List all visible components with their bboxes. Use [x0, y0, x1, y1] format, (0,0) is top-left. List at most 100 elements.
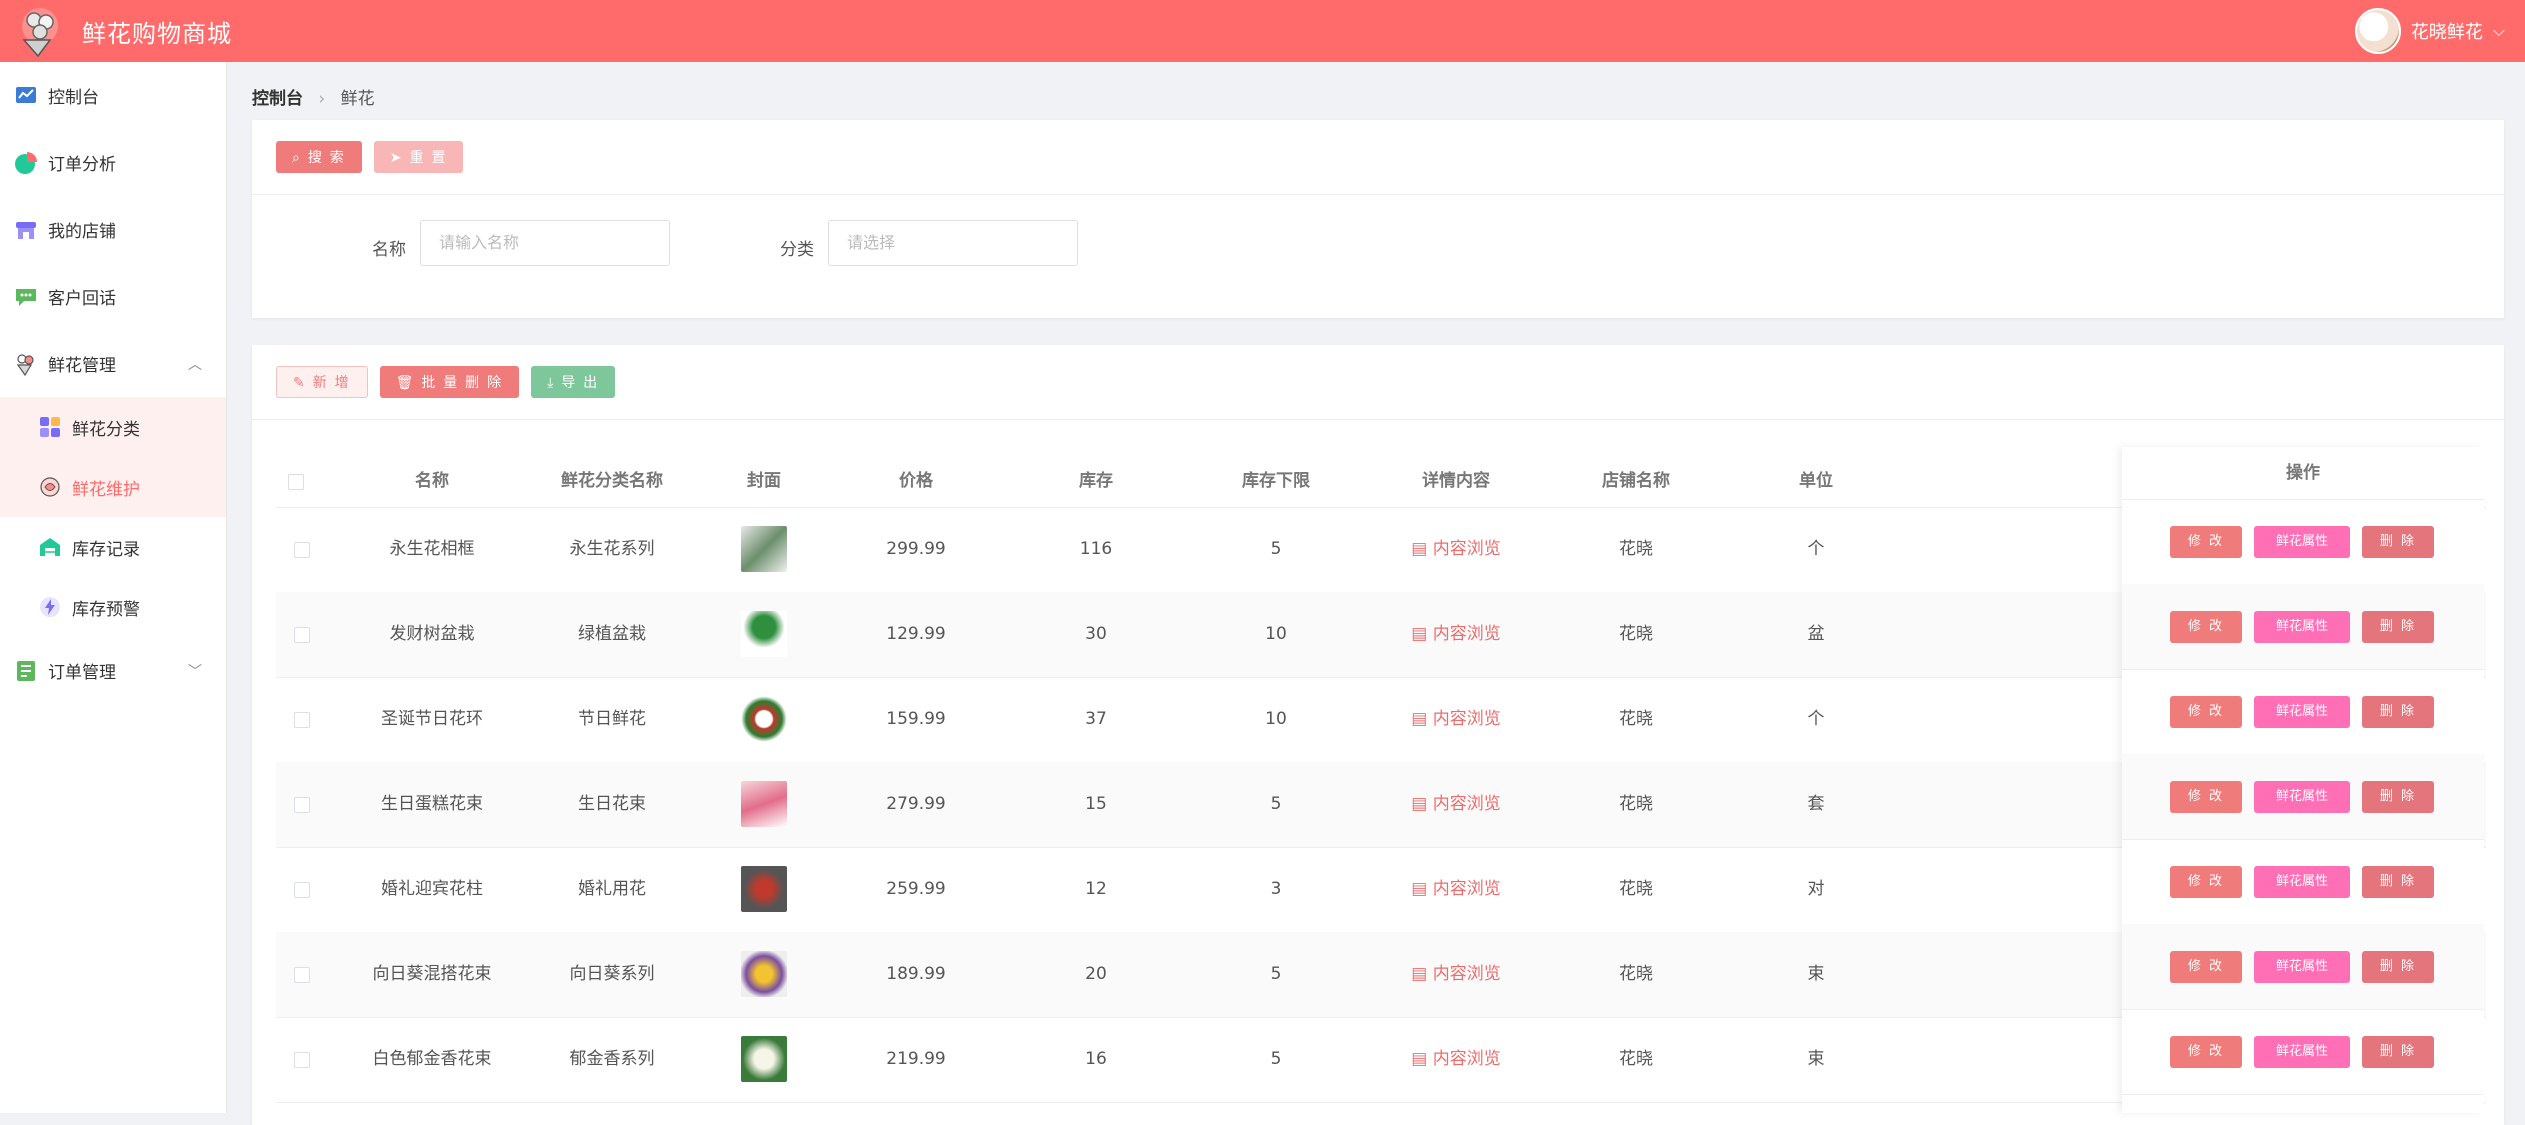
- sidebar-item-customer-chat[interactable]: 客户回话: [0, 263, 226, 330]
- sidebar-item-order-analysis[interactable]: 订单分析: [0, 129, 226, 196]
- sidebar-item-order-management[interactable]: 订单管理 ﹀: [0, 637, 226, 704]
- avatar[interactable]: [2354, 8, 2401, 54]
- cover-image[interactable]: [741, 866, 787, 912]
- cell-stock-min: 10: [1265, 624, 1287, 644]
- sidebar-item-stock-warning[interactable]: 库存预警: [0, 577, 226, 637]
- cell-shop: 花晓: [1619, 794, 1653, 814]
- search-button-label: 搜 索: [307, 149, 346, 165]
- delete-button[interactable]: 删 除: [2362, 1036, 2434, 1068]
- row-checkbox[interactable]: [294, 1052, 310, 1068]
- delete-button[interactable]: 删 除: [2362, 526, 2434, 558]
- flower-attributes-button[interactable]: 鲜花属性: [2254, 526, 2350, 558]
- edit-button[interactable]: 修 改: [2170, 696, 2242, 728]
- edit-button[interactable]: 修 改: [2170, 1036, 2242, 1068]
- header-stock[interactable]: 库存: [1006, 455, 1186, 507]
- row-checkbox[interactable]: [294, 627, 310, 643]
- header-category[interactable]: 鲜花分类名称: [522, 455, 702, 507]
- cell-name: 永生花相框: [389, 539, 475, 559]
- operation-row: 修 改 鲜花属性 删 除: [2122, 839, 2484, 925]
- delete-button[interactable]: 删 除: [2362, 781, 2434, 813]
- header-unit[interactable]: 单位: [1726, 455, 1906, 507]
- cover-image[interactable]: [741, 781, 787, 827]
- row-checkbox[interactable]: [294, 712, 310, 728]
- detail-link[interactable]: ▤ 内容浏览: [1366, 762, 1546, 847]
- operation-row: 修 改 鲜花属性 删 除: [2122, 584, 2484, 670]
- select-all-checkbox[interactable]: [288, 474, 304, 490]
- cover-image[interactable]: [741, 696, 787, 742]
- cover-image[interactable]: [741, 1036, 787, 1082]
- category-select[interactable]: 请选择: [828, 220, 1078, 266]
- cell-name: 生日蛋糕花束: [381, 794, 483, 814]
- user-menu[interactable]: 花晓鲜花 ⌵: [2354, 0, 2505, 62]
- edit-button[interactable]: 修 改: [2170, 611, 2242, 643]
- detail-link[interactable]: ▤ 内容浏览: [1366, 677, 1546, 762]
- search-button[interactable]: ⌕ 搜 索: [276, 141, 362, 173]
- chevron-up-icon[interactable]: ︿: [188, 354, 202, 374]
- sidebar-item-label: 库存记录: [72, 539, 140, 560]
- row-checkbox[interactable]: [294, 797, 310, 813]
- delete-button[interactable]: 删 除: [2362, 866, 2434, 898]
- detail-label: 内容浏览: [1432, 709, 1501, 729]
- sidebar-item-flower-maintenance[interactable]: 鲜花维护: [0, 457, 226, 517]
- delete-button[interactable]: 删 除: [2362, 696, 2434, 728]
- detail-link[interactable]: ▤ 内容浏览: [1366, 932, 1546, 1017]
- row-checkbox[interactable]: [294, 882, 310, 898]
- header-name[interactable]: 名称: [342, 455, 522, 507]
- name-input[interactable]: 请输入名称: [420, 220, 670, 266]
- header-stock-min[interactable]: 库存下限: [1186, 455, 1366, 507]
- search-panel: ⌕ 搜 索 ➤ 重 置 名称 请输入名称 分类 请选择: [252, 120, 2504, 318]
- header-price[interactable]: 价格: [826, 455, 1006, 507]
- edit-button[interactable]: 修 改: [2170, 866, 2242, 898]
- detail-link[interactable]: ▤ 内容浏览: [1366, 1017, 1546, 1102]
- detail-link[interactable]: ▤ 内容浏览: [1366, 507, 1546, 592]
- flower-attributes-button[interactable]: 鲜花属性: [2254, 951, 2350, 983]
- sidebar-item-dashboard[interactable]: 控制台: [0, 62, 226, 129]
- header-shop[interactable]: 店铺名称: [1546, 455, 1726, 507]
- cover-image[interactable]: [741, 611, 787, 657]
- warehouse-icon: [38, 535, 62, 559]
- cell-shop: 花晓: [1619, 1049, 1653, 1069]
- row-checkbox[interactable]: [294, 542, 310, 558]
- reset-button[interactable]: ➤ 重 置: [373, 141, 464, 173]
- cell-name: 白色郁金香花束: [372, 1049, 492, 1069]
- batch-delete-button[interactable]: 🗑 批 量 删 除: [379, 366, 520, 398]
- document-icon: ▤: [1411, 879, 1433, 899]
- flower-attributes-button[interactable]: 鲜花属性: [2254, 611, 2350, 643]
- sidebar-item-label: 鲜花维护: [72, 479, 140, 500]
- flower-attributes-button[interactable]: 鲜花属性: [2254, 1036, 2350, 1068]
- detail-link[interactable]: ▤ 内容浏览: [1366, 592, 1546, 677]
- header-detail[interactable]: 详情内容: [1366, 455, 1546, 507]
- chevron-down-icon[interactable]: ﹀: [188, 661, 202, 681]
- cover-image[interactable]: [741, 526, 787, 572]
- cover-image[interactable]: [741, 951, 787, 997]
- header-cover[interactable]: 封面: [702, 455, 826, 507]
- cell-price: 189.99: [886, 964, 946, 984]
- sidebar-item-label: 订单管理: [48, 663, 116, 683]
- add-button[interactable]: ✎ 新 增: [276, 366, 368, 398]
- cell-stock: 12: [1085, 879, 1107, 899]
- flower-attributes-button[interactable]: 鲜花属性: [2254, 781, 2350, 813]
- flower-logo-icon[interactable]: [10, 0, 72, 62]
- edit-button[interactable]: 修 改: [2170, 951, 2242, 983]
- delete-button[interactable]: 删 除: [2362, 611, 2434, 643]
- flower-attributes-button[interactable]: 鲜花属性: [2254, 696, 2350, 728]
- sidebar-item-stock-record[interactable]: 库存记录: [0, 517, 226, 577]
- edit-button[interactable]: 修 改: [2170, 781, 2242, 813]
- row-checkbox[interactable]: [294, 967, 310, 983]
- edit-button[interactable]: 修 改: [2170, 526, 2242, 558]
- username[interactable]: 花晓鲜花: [2411, 18, 2483, 44]
- detail-label: 内容浏览: [1432, 879, 1501, 899]
- breadcrumb-home[interactable]: 控制台: [252, 89, 303, 109]
- export-button[interactable]: ⤓ 导 出: [531, 366, 616, 398]
- detail-link[interactable]: ▤ 内容浏览: [1366, 847, 1546, 932]
- order-list-icon: [14, 659, 38, 683]
- sidebar-item-flower-management[interactable]: 鲜花管理 ︿: [0, 330, 226, 397]
- flower-attributes-button[interactable]: 鲜花属性: [2254, 866, 2350, 898]
- sidebar-item-flower-category[interactable]: 鲜花分类: [0, 397, 226, 457]
- download-icon: ⤓: [547, 373, 556, 390]
- delete-button[interactable]: 删 除: [2362, 951, 2434, 983]
- reset-button-label: 重 置: [409, 149, 448, 165]
- chevron-down-icon[interactable]: ⌵: [2493, 21, 2505, 41]
- sidebar-item-label: 控制台: [48, 88, 99, 108]
- sidebar-item-my-shop[interactable]: 我的店铺: [0, 196, 226, 263]
